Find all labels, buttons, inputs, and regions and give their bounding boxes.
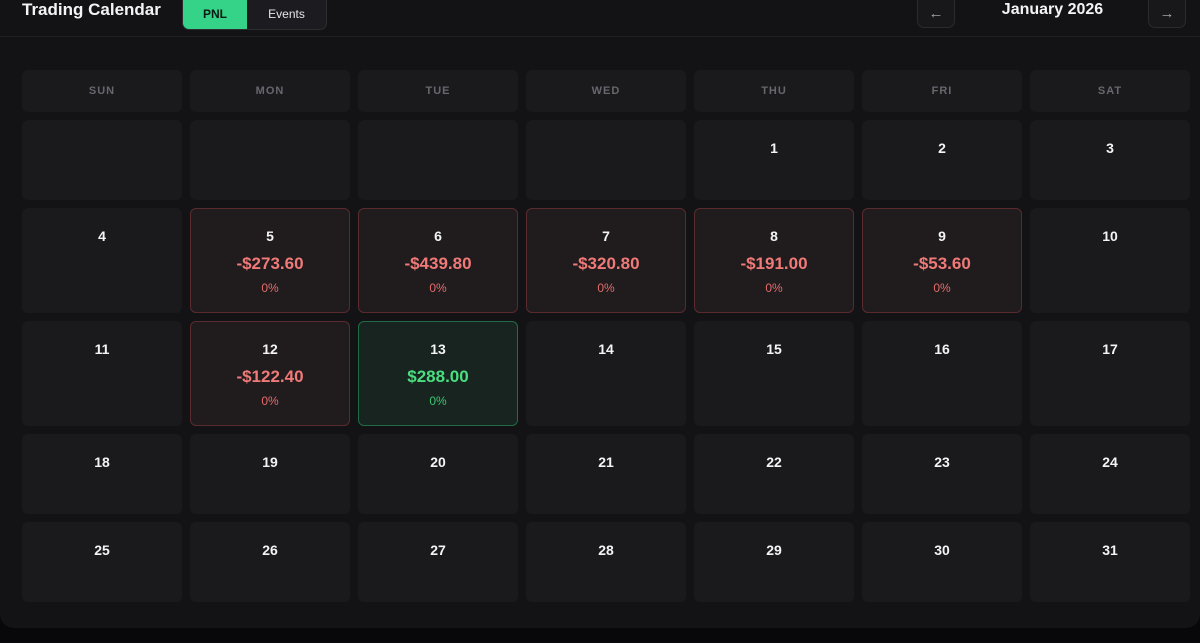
day-number: 4 <box>98 228 106 244</box>
arrow-right-icon: → <box>1159 4 1175 22</box>
day-number: 27 <box>430 542 446 558</box>
day-number: 22 <box>766 454 782 470</box>
weekday-header: THU <box>694 70 854 112</box>
prev-month-button[interactable]: ← <box>917 0 955 28</box>
day-cell[interactable]: 2 <box>862 120 1022 200</box>
day-number: 24 <box>1102 454 1118 470</box>
day-cell[interactable]: 17 <box>1030 321 1190 426</box>
weekday-header: SAT <box>1030 70 1190 112</box>
day-cell[interactable]: 13 $288.00 0% <box>358 321 518 426</box>
weekday-header: FRI <box>862 70 1022 112</box>
day-cell[interactable]: 9 -$53.60 0% <box>862 208 1022 313</box>
empty-day-cell <box>358 120 518 200</box>
day-number: 9 <box>938 228 946 244</box>
day-cell[interactable]: 14 <box>526 321 686 426</box>
empty-day-cell <box>22 120 182 200</box>
day-number: 1 <box>770 140 778 156</box>
pnl-value: -$122.40 <box>236 367 304 386</box>
weekday-header: WED <box>526 70 686 112</box>
pnl-percent: 0% <box>765 281 783 295</box>
day-cell[interactable]: 21 <box>526 434 686 514</box>
page-title: Trading Calendar <box>22 0 161 19</box>
month-label: January 2026 <box>1001 1 1104 18</box>
day-cell[interactable]: 16 <box>862 321 1022 426</box>
day-number: 23 <box>934 454 950 470</box>
weekday-header: MON <box>190 70 350 112</box>
day-cell[interactable]: 18 <box>22 434 182 514</box>
day-cell[interactable]: 29 <box>694 522 854 602</box>
day-number: 20 <box>430 454 446 470</box>
pnl-value: $288.00 <box>407 367 469 386</box>
day-number: 29 <box>766 542 782 558</box>
day-cell[interactable]: 7 -$320.80 0% <box>526 208 686 313</box>
day-cell[interactable]: 20 <box>358 434 518 514</box>
day-number: 8 <box>770 228 778 244</box>
day-cell[interactable]: 11 <box>22 321 182 426</box>
day-cell[interactable]: 19 <box>190 434 350 514</box>
pnl-percent: 0% <box>429 281 447 295</box>
day-cell[interactable]: 4 <box>22 208 182 313</box>
day-cell[interactable]: 30 <box>862 522 1022 602</box>
day-cell[interactable]: 24 <box>1030 434 1190 514</box>
day-cell[interactable]: 1 <box>694 120 854 200</box>
pnl-value: -$439.80 <box>404 254 472 273</box>
pnl-percent: 0% <box>429 394 447 408</box>
day-number: 3 <box>1106 140 1114 156</box>
day-cell[interactable]: 15 <box>694 321 854 426</box>
day-cell[interactable]: 6 -$439.80 0% <box>358 208 518 313</box>
pnl-value: -$320.80 <box>572 254 640 273</box>
day-cell[interactable]: 31 <box>1030 522 1190 602</box>
day-cell[interactable]: 28 <box>526 522 686 602</box>
day-number: 6 <box>434 228 442 244</box>
pnl-value: -$273.60 <box>236 254 304 273</box>
pnl-value: -$53.60 <box>913 254 971 273</box>
day-number: 11 <box>94 341 110 357</box>
day-cell[interactable]: 25 <box>22 522 182 602</box>
day-number: 26 <box>262 542 278 558</box>
day-number: 25 <box>94 542 110 558</box>
day-number: 2 <box>938 140 946 156</box>
day-number: 19 <box>262 454 278 470</box>
day-number: 31 <box>1102 542 1118 558</box>
pnl-percent: 0% <box>261 281 279 295</box>
day-number: 16 <box>934 341 950 357</box>
day-number: 12 <box>262 341 278 357</box>
day-cell[interactable]: 8 -$191.00 0% <box>694 208 854 313</box>
pnl-percent: 0% <box>933 281 951 295</box>
calendar-grid: SUN MON TUE WED THU FRI SAT 1 2 3 4 5 -$273.60 0% 6 -$4… <box>22 70 1190 610</box>
day-number: 5 <box>266 228 274 244</box>
day-number: 14 <box>598 341 614 357</box>
view-toggle: PNL Events <box>182 0 327 30</box>
pnl-value: -$191.00 <box>740 254 808 273</box>
events-tab[interactable]: Events <box>247 0 326 29</box>
pnl-tab[interactable]: PNL <box>183 0 247 29</box>
day-number: 13 <box>430 341 446 357</box>
day-cell[interactable]: 27 <box>358 522 518 602</box>
empty-day-cell <box>190 120 350 200</box>
weekday-header: TUE <box>358 70 518 112</box>
day-cell[interactable]: 23 <box>862 434 1022 514</box>
next-month-button[interactable]: → <box>1148 0 1186 28</box>
day-number: 10 <box>1102 228 1118 244</box>
pnl-percent: 0% <box>261 394 279 408</box>
day-cell[interactable]: 26 <box>190 522 350 602</box>
day-cell[interactable]: 10 <box>1030 208 1190 313</box>
day-cell[interactable]: 12 -$122.40 0% <box>190 321 350 426</box>
day-number: 18 <box>94 454 110 470</box>
day-number: 28 <box>598 542 614 558</box>
day-number: 21 <box>598 454 614 470</box>
day-cell[interactable]: 3 <box>1030 120 1190 200</box>
weekday-header: SUN <box>22 70 182 112</box>
empty-day-cell <box>526 120 686 200</box>
pnl-percent: 0% <box>597 281 615 295</box>
day-cell[interactable]: 5 -$273.60 0% <box>190 208 350 313</box>
day-cell[interactable]: 22 <box>694 434 854 514</box>
day-number: 7 <box>602 228 610 244</box>
day-number: 15 <box>766 341 782 357</box>
arrow-left-icon: ← <box>928 4 944 22</box>
day-number: 17 <box>1102 341 1118 357</box>
day-number: 30 <box>934 542 950 558</box>
